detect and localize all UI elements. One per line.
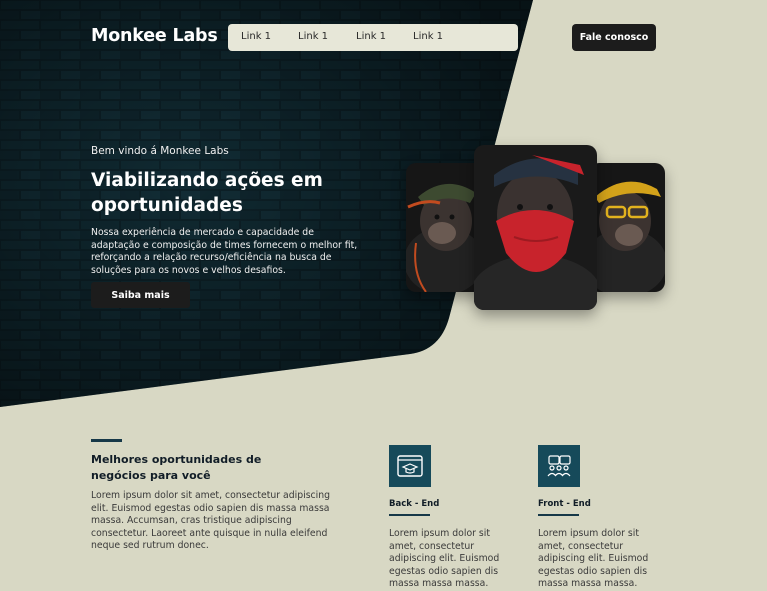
nav-link-3[interactable]: Link 1 [356, 31, 386, 42]
feature-label-frontend: Front - End [538, 499, 591, 509]
contact-button[interactable]: Fale conosco [572, 24, 656, 51]
feature-label-backend: Back - End [389, 499, 440, 509]
top-navigation: Link 1 Link 1 Link 1 Link 1 [228, 24, 518, 51]
feature-underline-backend [389, 514, 430, 516]
monkey-bandana-image [474, 145, 597, 310]
feature-description-backend: Lorem ipsum dolor sit amet, consectetur … [389, 528, 500, 589]
hero-welcome-text: Bem vindo á Monkee Labs [91, 145, 229, 157]
feature-underline-frontend [538, 514, 579, 516]
monkey-cap-image [406, 163, 484, 292]
section-accent-bar [91, 439, 122, 442]
graduation-window-icon [389, 445, 431, 487]
section-description: Lorem ipsum dolor sit amet, consectetur … [91, 490, 331, 551]
feature-description-frontend: Lorem ipsum dolor sit amet, consectetur … [538, 528, 649, 589]
nav-link-2[interactable]: Link 1 [298, 31, 328, 42]
learn-more-button[interactable]: Saiba mais [91, 282, 190, 308]
nav-link-1[interactable]: Link 1 [241, 31, 271, 42]
monkey-sunglasses-image [589, 163, 665, 292]
nav-link-4[interactable]: Link 1 [413, 31, 443, 42]
monkey-card-center [474, 145, 597, 310]
monkey-card-left [406, 163, 484, 292]
logo[interactable]: Monkee Labs [91, 26, 218, 46]
hero-title: Viabilizando ações em oportunidades [91, 170, 323, 216]
hero-description: Nossa experiência de mercado e capacidad… [91, 227, 358, 276]
team-people-icon [538, 445, 580, 487]
monkey-card-right [589, 163, 665, 292]
section-title: Melhores oportunidades de negócios para … [91, 453, 262, 482]
